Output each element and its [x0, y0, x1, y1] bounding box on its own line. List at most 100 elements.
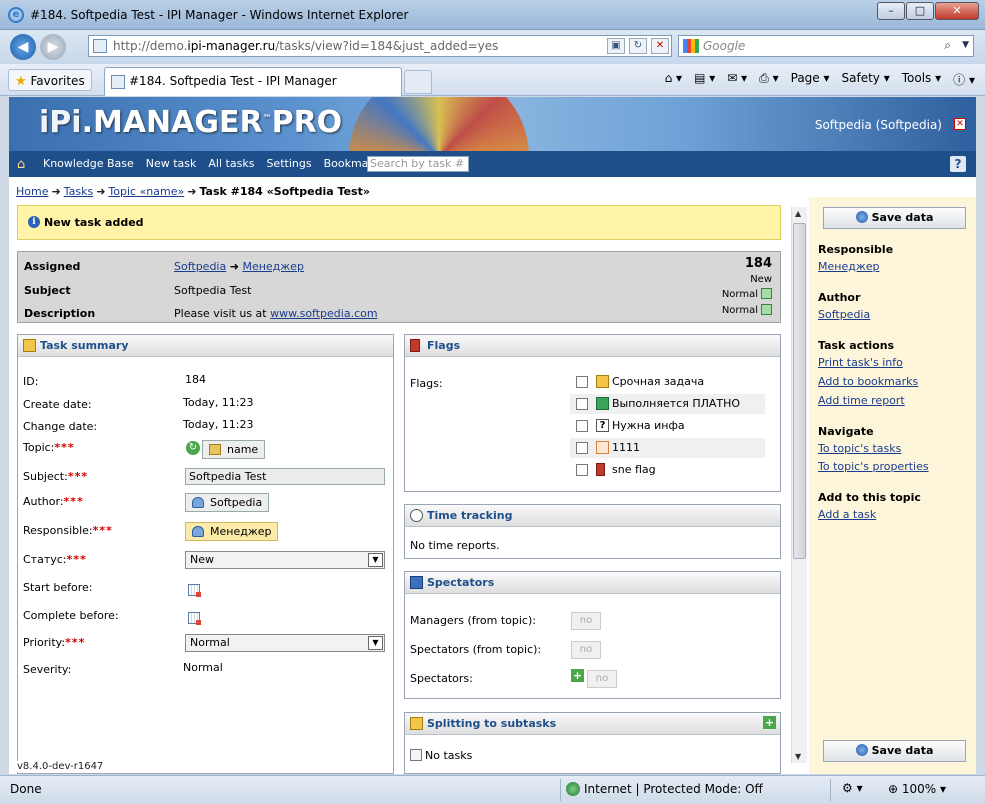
priority-label: Priority:***	[23, 636, 86, 649]
print-task-link[interactable]: Print task's info	[818, 356, 903, 369]
browser-tab[interactable]: #184. Softpedia Test - IPI Manager	[104, 67, 402, 96]
menu-knowledge-base[interactable]: Knowledge Base	[43, 157, 134, 170]
command-bar: ★ Favorites #184. Softpedia Test - IPI M…	[0, 64, 985, 96]
assigned-from-link[interactable]: Softpedia	[174, 260, 226, 273]
arrow-icon: ➜	[187, 185, 197, 198]
maximize-button[interactable]: □	[906, 2, 934, 20]
menu-new-task[interactable]: New task	[146, 157, 197, 170]
home-icon[interactable]: ⌂ ▾	[665, 71, 682, 88]
save-button-top[interactable]: Save data	[823, 207, 966, 229]
spectators-label: Spectators:	[410, 672, 473, 685]
checkbox[interactable]	[576, 376, 588, 388]
checkbox[interactable]	[576, 464, 588, 476]
favorites-button[interactable]: ★ Favorites	[8, 69, 92, 91]
globe-icon	[855, 744, 868, 756]
page-menu[interactable]: Page ▾	[791, 71, 830, 88]
back-button[interactable]: ◀	[10, 34, 36, 60]
window-controls: – □ ✕	[876, 2, 979, 20]
breadcrumb-home[interactable]: Home	[16, 185, 48, 198]
print-icon[interactable]: ⎙ ▾	[759, 71, 778, 88]
stop-icon[interactable]: ✕	[651, 38, 669, 54]
add-subtask-icon[interactable]: +	[763, 716, 776, 729]
home-icon[interactable]: ⌂	[17, 157, 25, 172]
topic-button[interactable]: name	[202, 440, 266, 459]
calendar-icon[interactable]	[188, 612, 201, 625]
scroll-up-icon[interactable]: ▲	[795, 209, 801, 218]
close-button[interactable]: ✕	[935, 2, 979, 20]
minimize-button[interactable]: –	[877, 2, 905, 20]
tools-menu[interactable]: Tools ▾	[902, 71, 941, 88]
refresh-topic-icon[interactable]: ↻	[186, 441, 200, 455]
search-box[interactable]: Google ⌕ ▼	[678, 35, 974, 57]
status-text: Done	[10, 782, 42, 796]
subject-row: Subject Softpedia Test	[24, 284, 252, 297]
new-tab-button[interactable]	[404, 70, 432, 94]
summary-icon	[23, 339, 36, 352]
menu-settings[interactable]: Settings	[266, 157, 311, 170]
save-button-bottom[interactable]: Save data	[823, 740, 966, 762]
subject-input[interactable]: Softpedia Test	[185, 468, 385, 485]
assigned-to-link[interactable]: Менеджер	[242, 260, 303, 273]
globe-icon	[566, 782, 580, 796]
topic-properties-link[interactable]: To topic's properties	[818, 460, 929, 473]
chevron-down-icon: ▼	[368, 636, 383, 650]
breadcrumb-tasks[interactable]: Tasks	[64, 185, 93, 198]
navigate-heading: Navigate	[818, 425, 874, 438]
add-spectator-icon[interactable]: +	[571, 669, 584, 682]
paid-icon	[596, 397, 609, 410]
responsible-heading: Responsible	[818, 243, 894, 256]
site-logo[interactable]: iPi.MANAGER™PRO	[39, 105, 342, 140]
add-time-report-link[interactable]: Add time report	[818, 394, 905, 407]
feeds-icon[interactable]: ▤ ▾	[694, 71, 715, 88]
zoom-level[interactable]: ⊕ 100% ▾	[888, 782, 946, 796]
add-bookmark-link[interactable]: Add to bookmarks	[818, 375, 918, 388]
checkbox[interactable]	[576, 420, 588, 432]
menu-all-tasks[interactable]: All tasks	[208, 157, 254, 170]
forward-button[interactable]: ▶	[40, 34, 66, 60]
content-scrollbar[interactable]: ▲ ▼	[791, 207, 807, 763]
task-number: 184	[744, 256, 772, 271]
popup-blocker-icon[interactable]: ⚙ ▾	[842, 781, 863, 795]
compatibility-view-icon[interactable]: ▣	[607, 38, 625, 54]
address-input[interactable]: http://demo.ipi-manager.ru/tasks/view?id…	[88, 35, 672, 57]
add-task-link[interactable]: Add a task	[818, 508, 876, 521]
topic-tasks-link[interactable]: To topic's tasks	[818, 442, 901, 455]
managers-topic-value: no	[571, 612, 601, 630]
scroll-down-icon[interactable]: ▼	[795, 752, 801, 761]
refresh-icon[interactable]: ↻	[629, 38, 647, 54]
mail-icon[interactable]: ✉ ▾	[727, 71, 747, 88]
time-tracking-header: Time tracking	[405, 505, 780, 527]
scroll-thumb[interactable]	[793, 223, 806, 559]
responsible-link[interactable]: Менеджер	[818, 260, 879, 273]
checkbox[interactable]	[576, 398, 588, 410]
subtasks-header: Splitting to subtasks +	[405, 713, 780, 735]
description-link[interactable]: www.softpedia.com	[270, 307, 377, 320]
calendar-icon[interactable]	[188, 584, 201, 597]
logout-icon[interactable]: ✕	[954, 118, 966, 130]
priority-icon	[761, 288, 772, 299]
priority-select[interactable]: Normal ▼	[185, 634, 385, 652]
flag-item[interactable]: ? Нужна инфа	[570, 416, 765, 436]
ie-logo-icon: e	[8, 7, 24, 23]
help-icon[interactable]: ⓘ ▾	[953, 71, 975, 88]
responsible-button[interactable]: Менеджер	[185, 522, 279, 541]
status-select[interactable]: New ▼	[185, 551, 385, 569]
help-button[interactable]: ?	[950, 156, 966, 172]
breadcrumb-topic[interactable]: Topic «name»	[108, 185, 184, 198]
checkbox[interactable]	[576, 442, 588, 454]
flag-item[interactable]: Срочная задача	[570, 372, 765, 392]
search-icon[interactable]: ⌕	[944, 38, 951, 53]
flag-icon	[410, 339, 420, 352]
flag-item[interactable]: Выполняется ПЛАТНО	[570, 394, 765, 414]
search-options-icon[interactable]: ▼	[962, 40, 969, 50]
star-icon: ★	[15, 74, 27, 89]
flag-item[interactable]: sne flag	[570, 460, 765, 480]
flag-item[interactable]: 1111	[570, 438, 765, 458]
security-zone[interactable]: Internet | Protected Mode: Off	[566, 782, 763, 796]
task-severity: Normal	[722, 304, 772, 316]
author-link[interactable]: Softpedia	[818, 308, 870, 321]
author-button[interactable]: Softpedia	[185, 493, 270, 512]
description-row: Description Please visit us at www.softpe…	[24, 307, 378, 320]
task-search-input[interactable]: Search by task #	[367, 156, 469, 172]
safety-menu[interactable]: Safety ▾	[842, 71, 890, 88]
